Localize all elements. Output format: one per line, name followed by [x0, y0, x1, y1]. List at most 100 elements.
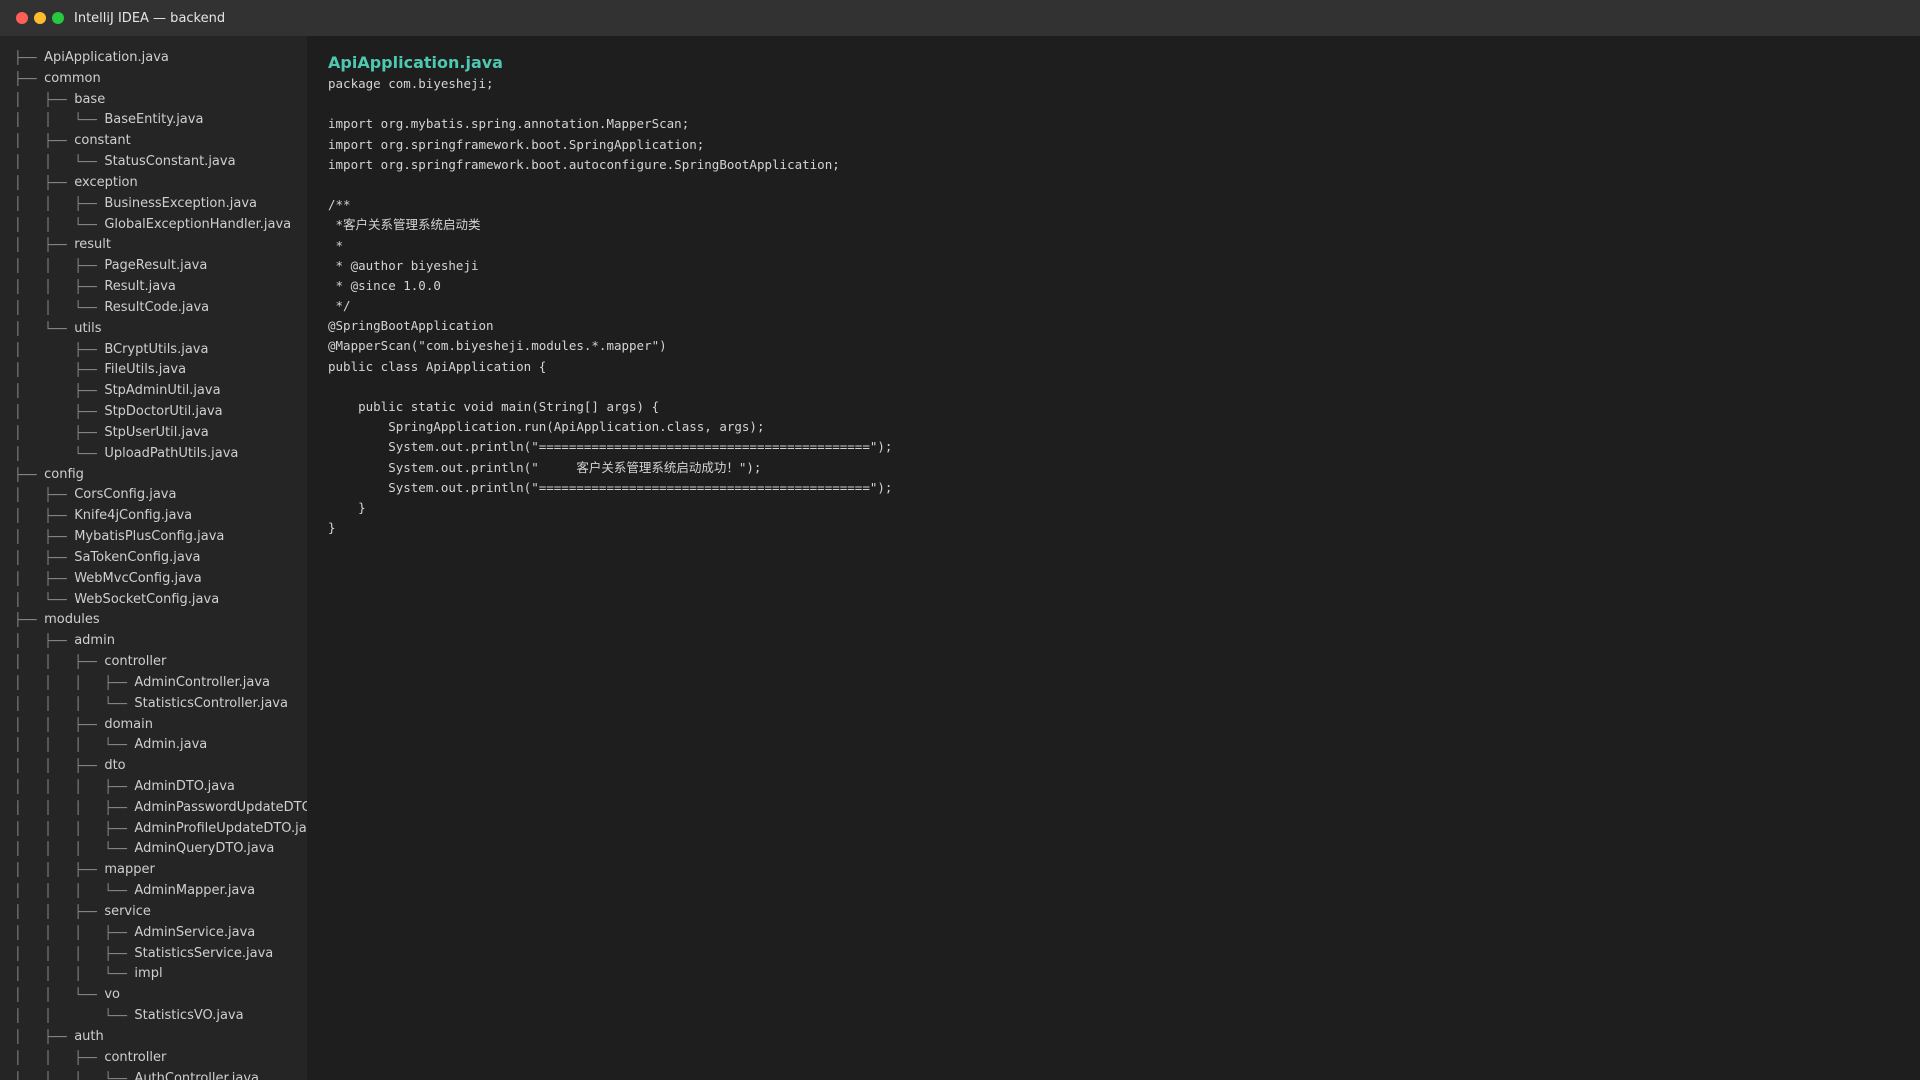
tree-item[interactable]: │ ├── StpDoctorUtil.java — [0, 402, 307, 423]
tree-item[interactable]: ├── ApiApplication.java — [0, 48, 307, 69]
tree-item[interactable]: │ ├── StpAdminUtil.java — [0, 381, 307, 402]
code-line[interactable]: package com.biyesheji; — [328, 74, 1920, 94]
code-line[interactable]: import org.mybatis.spring.annotation.Map… — [328, 114, 1920, 134]
tree-guide: │ │ └── — [14, 987, 105, 1003]
tree-item[interactable]: │ ├── Knife4jConfig.java — [0, 506, 307, 527]
tree-item-label: controller — [104, 654, 167, 670]
tree-item[interactable]: │ ├── FileUtils.java — [0, 360, 307, 381]
tree-item[interactable]: │ │ └── vo — [0, 985, 307, 1006]
tree-guide: │ │ ├── — [14, 862, 105, 878]
code-line[interactable] — [328, 94, 1920, 114]
tree-guide: │ ├── — [14, 424, 105, 440]
tree-item[interactable]: │ │ ├── controller — [0, 1048, 307, 1069]
tree-guide: │ │ └── — [14, 112, 105, 128]
code-line[interactable]: public class ApiApplication { — [328, 357, 1920, 377]
tree-item[interactable]: │ │ │ ├── StatisticsService.java — [0, 944, 307, 965]
maximize-window-button[interactable] — [52, 12, 64, 24]
tree-item[interactable]: │ ├── result — [0, 235, 307, 256]
tree-item[interactable]: │ │ │ ├── AdminService.java — [0, 923, 307, 944]
tree-guide: │ ├── — [14, 549, 75, 565]
code-line[interactable]: System.out.println("====================… — [328, 478, 1920, 498]
tree-item-label: controller — [104, 1049, 167, 1065]
code-line[interactable]: } — [328, 518, 1920, 538]
code-line[interactable]: * @author biyesheji — [328, 256, 1920, 276]
tree-item[interactable]: │ │ │ ├── AdminPasswordUpdateDTO.java — [0, 798, 307, 819]
tree-guide: │ │ ├── — [14, 716, 105, 732]
tree-item[interactable]: │ │ │ └── AdminMapper.java — [0, 881, 307, 902]
tree-item[interactable]: │ │ │ └── Admin.java — [0, 735, 307, 756]
tree-item[interactable]: │ │ └── BaseEntity.java — [0, 110, 307, 131]
tree-item[interactable]: │ ├── CorsConfig.java — [0, 485, 307, 506]
tree-item[interactable]: │ │ ├── PageResult.java — [0, 256, 307, 277]
code-line[interactable]: } — [328, 498, 1920, 518]
code-line[interactable]: @SpringBootApplication — [328, 316, 1920, 336]
tree-item[interactable]: ├── modules — [0, 610, 307, 631]
tree-item[interactable]: │ ├── constant — [0, 131, 307, 152]
code-line[interactable]: System.out.println(" 客户关系管理系统启动成功！"); — [328, 458, 1920, 478]
code-line[interactable] — [328, 377, 1920, 397]
code-line[interactable]: import org.springframework.boot.autoconf… — [328, 155, 1920, 175]
code-area[interactable]: package com.biyesheji; import org.mybatis… — [328, 74, 1920, 538]
tree-guide: │ │ ├── — [14, 195, 105, 211]
code-line[interactable]: */ — [328, 296, 1920, 316]
tree-item[interactable]: │ ├── auth — [0, 1027, 307, 1048]
tree-item[interactable]: │ │ │ └── impl — [0, 964, 307, 985]
tree-item[interactable]: │ │ │ ├── AdminDTO.java — [0, 777, 307, 798]
tree-item-label: StpAdminUtil.java — [104, 383, 221, 399]
close-window-button[interactable] — [16, 12, 28, 24]
tree-item[interactable]: │ │ └── GlobalExceptionHandler.java — [0, 215, 307, 236]
tree-item[interactable]: ├── config — [0, 465, 307, 486]
code-line[interactable]: /** — [328, 195, 1920, 215]
tree-item[interactable]: │ │ ├── domain — [0, 715, 307, 736]
tree-item[interactable]: │ │ ├── Result.java — [0, 277, 307, 298]
tree-item[interactable]: │ │ │ └── StatisticsController.java — [0, 694, 307, 715]
tree-item[interactable]: │ ├── StpUserUtil.java — [0, 423, 307, 444]
code-line[interactable]: System.out.println("====================… — [328, 437, 1920, 457]
tree-item-label: AuthController.java — [134, 1070, 260, 1080]
tree-item[interactable]: │ ├── base — [0, 90, 307, 111]
tree-item[interactable]: │ │ └── StatisticsVO.java — [0, 1006, 307, 1027]
tree-guide: │ │ │ └── — [14, 737, 135, 753]
code-line[interactable]: SpringApplication.run(ApiApplication.cla… — [328, 417, 1920, 437]
tree-item[interactable]: │ │ ├── BusinessException.java — [0, 194, 307, 215]
tree-item-label: StatisticsVO.java — [134, 1008, 244, 1024]
code-line[interactable]: @MapperScan("com.biyesheji.modules.*.map… — [328, 336, 1920, 356]
tree-item-label: Knife4jConfig.java — [74, 508, 193, 524]
project-tree[interactable]: ├── ApiApplication.java ├── common │ ├── b… — [0, 36, 307, 1080]
tree-item[interactable]: │ │ └── StatusConstant.java — [0, 152, 307, 173]
code-line[interactable]: * @since 1.0.0 — [328, 276, 1920, 296]
tree-item[interactable]: │ │ ├── controller — [0, 652, 307, 673]
tree-item[interactable]: │ └── UploadPathUtils.java — [0, 444, 307, 465]
tree-item[interactable]: │ ├── WebMvcConfig.java — [0, 569, 307, 590]
tree-guide: │ ├── — [14, 529, 75, 545]
code-line[interactable]: * — [328, 236, 1920, 256]
tree-item[interactable]: │ │ │ ├── AdminProfileUpdateDTO.java — [0, 819, 307, 840]
tree-guide: │ ├── — [14, 174, 75, 190]
code-line[interactable]: *客户关系管理系统启动类 — [328, 215, 1920, 235]
tree-guide: ├── — [14, 612, 45, 628]
tree-item[interactable]: │ │ ├── mapper — [0, 860, 307, 881]
tree-item[interactable]: │ │ │ └── AdminQueryDTO.java — [0, 839, 307, 860]
tree-item[interactable]: │ ├── exception — [0, 173, 307, 194]
minimize-window-button[interactable] — [34, 12, 46, 24]
tree-item[interactable]: │ │ └── ResultCode.java — [0, 298, 307, 319]
tree-item[interactable]: │ │ │ └── AuthController.java — [0, 1069, 307, 1080]
tree-item[interactable]: │ ├── SaTokenConfig.java — [0, 548, 307, 569]
code-line[interactable]: import org.springframework.boot.SpringAp… — [328, 135, 1920, 155]
tree-item[interactable]: │ ├── MybatisPlusConfig.java — [0, 527, 307, 548]
tree-item[interactable]: │ │ ├── service — [0, 902, 307, 923]
code-line[interactable] — [328, 175, 1920, 195]
tree-item[interactable]: ├── common — [0, 69, 307, 90]
tree-item-label: base — [74, 91, 106, 107]
tree-item-label: StpDoctorUtil.java — [104, 404, 223, 420]
tree-item[interactable]: │ ├── BCryptUtils.java — [0, 340, 307, 361]
code-editor[interactable]: ApiApplication.java package com.biyeshej… — [307, 36, 1920, 1080]
tree-item[interactable]: │ ├── admin — [0, 631, 307, 652]
code-line[interactable]: public static void main(String[] args) { — [328, 397, 1920, 417]
tree-item-label: AdminQueryDTO.java — [134, 841, 275, 857]
tree-item[interactable]: │ └── WebSocketConfig.java — [0, 590, 307, 611]
tree-item[interactable]: │ │ ├── dto — [0, 756, 307, 777]
tree-item[interactable]: │ └── utils — [0, 319, 307, 340]
tree-item[interactable]: │ │ │ ├── AdminController.java — [0, 673, 307, 694]
tree-item-label: ResultCode.java — [104, 299, 210, 315]
